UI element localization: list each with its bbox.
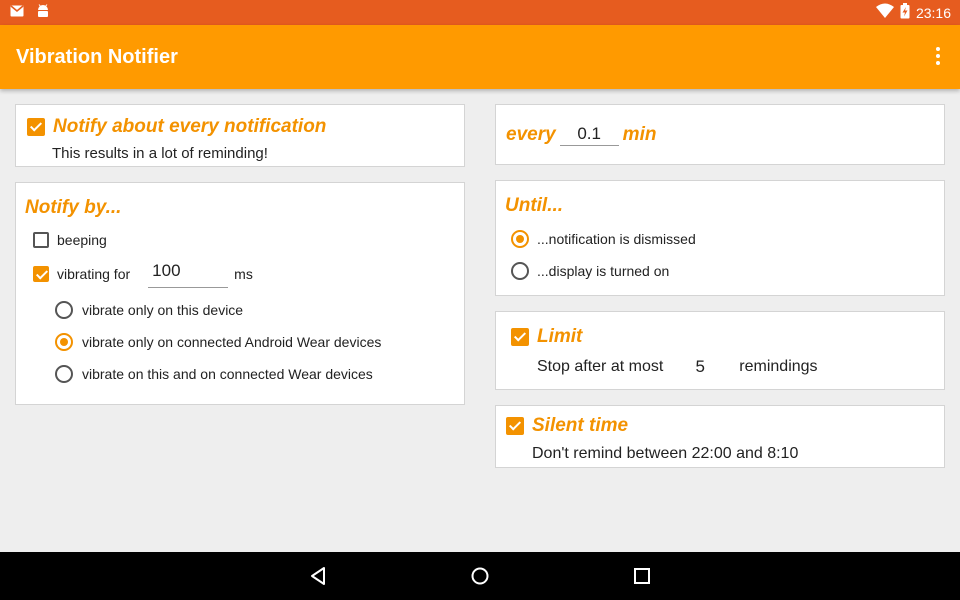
- silent-time-checkbox[interactable]: [506, 417, 524, 435]
- until-option-1[interactable]: ...display is turned on: [511, 262, 669, 280]
- beeping-option[interactable]: beeping: [33, 232, 107, 248]
- notify-every-checkbox[interactable]: [27, 118, 45, 136]
- app-bar: Vibration Notifier: [0, 25, 960, 89]
- until-card: Until... ...notification is dismissed ..…: [495, 180, 945, 296]
- vibrate-device-radio[interactable]: [55, 301, 73, 319]
- vibrating-checkbox[interactable]: [33, 265, 49, 282]
- interval-card: every min: [495, 104, 945, 165]
- more-vert-icon[interactable]: [930, 45, 946, 69]
- silent-time-title: Silent time: [532, 415, 629, 436]
- vibrating-label: vibrating for: [57, 265, 131, 282]
- interval-suffix: min: [622, 123, 657, 145]
- until-title: Until...: [505, 195, 564, 216]
- vibrating-option[interactable]: vibrating for ms: [33, 259, 253, 288]
- notify-by-card: Notify by... beeping vibrating for ms vi…: [15, 182, 465, 405]
- battery-charging-icon: [900, 3, 910, 22]
- gmail-icon: [10, 4, 24, 23]
- until-option-label: ...notification is dismissed: [537, 231, 696, 247]
- wifi-icon: [875, 3, 894, 22]
- vibration-duration-input[interactable]: [148, 259, 229, 288]
- app-title: Vibration Notifier: [16, 46, 178, 68]
- until-display-radio[interactable]: [511, 262, 529, 280]
- back-icon[interactable]: [309, 566, 329, 586]
- vibrate-option-label: vibrate only on connected Android Wear d…: [82, 334, 382, 350]
- until-option-label: ...display is turned on: [537, 263, 670, 279]
- silent-time-card: Silent time Don't remind between 22:00 a…: [495, 405, 945, 468]
- beeping-checkbox[interactable]: [33, 232, 49, 248]
- until-option-0[interactable]: ...notification is dismissed: [511, 230, 696, 248]
- limit-prefix: Stop after at most: [537, 358, 664, 375]
- limit-checkbox[interactable]: [511, 328, 529, 346]
- status-bar: 23:16: [0, 0, 960, 25]
- silent-time-toggle[interactable]: Silent time: [506, 415, 628, 437]
- vibrate-option-label: vibrate only on this device: [82, 302, 244, 318]
- navigation-bar: [0, 552, 960, 600]
- vibrate-option-2[interactable]: vibrate on this and on connected Wear de…: [55, 365, 373, 383]
- limit-suffix: remindings: [739, 358, 818, 375]
- notify-every-card: Notify about every notification This res…: [15, 104, 465, 167]
- limit-count-input[interactable]: [673, 356, 728, 378]
- interval-input[interactable]: [559, 123, 619, 146]
- status-time: 23:16: [915, 4, 951, 21]
- vibration-unit: ms: [234, 265, 253, 282]
- limit-toggle[interactable]: Limit: [511, 326, 582, 348]
- vibrate-option-0[interactable]: vibrate only on this device: [55, 301, 243, 319]
- vibrate-option-label: vibrate on this and on connected Wear de…: [82, 366, 373, 382]
- silent-time-text[interactable]: Don't remind between 22:00 and 8:10: [532, 445, 798, 463]
- beeping-label: beeping: [57, 232, 107, 248]
- limit-title: Limit: [537, 326, 583, 347]
- limit-card: Limit Stop after at most remindings: [495, 311, 945, 390]
- vibrate-option-1[interactable]: vibrate only on connected Android Wear d…: [55, 333, 381, 351]
- notify-by-title: Notify by...: [25, 197, 122, 218]
- until-dismissed-radio[interactable]: [511, 230, 529, 248]
- recents-icon[interactable]: [632, 566, 652, 586]
- notify-every-toggle[interactable]: Notify about every notification: [27, 116, 326, 138]
- notify-every-subtitle: This results in a lot of reminding!: [52, 145, 268, 162]
- android-debug-icon: [36, 4, 50, 23]
- vibrate-wear-radio[interactable]: [55, 333, 73, 351]
- home-icon[interactable]: [470, 566, 490, 586]
- interval-prefix: every: [506, 123, 556, 145]
- vibrate-both-radio[interactable]: [55, 365, 73, 383]
- notify-every-title: Notify about every notification: [53, 116, 327, 137]
